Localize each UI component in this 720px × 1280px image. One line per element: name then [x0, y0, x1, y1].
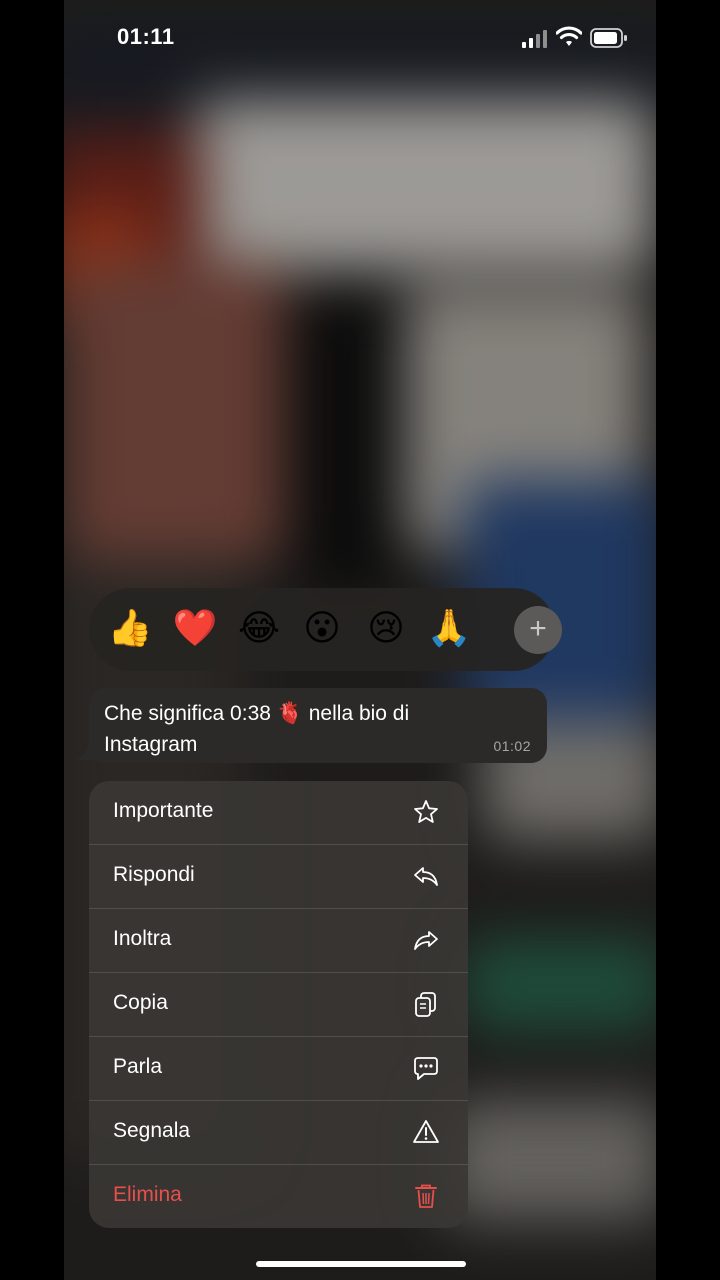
home-indicator[interactable]	[256, 1261, 466, 1267]
menu-item-label: Copia	[113, 991, 168, 1014]
context-menu: Importante Rispondi Inoltra Copia Parla …	[89, 781, 468, 1228]
reaction-heart[interactable]: ❤️	[172, 606, 218, 652]
reaction-thumbs-up[interactable]: 👍	[107, 606, 153, 652]
menu-item-label: Segnala	[113, 1119, 191, 1142]
menu-item-rispondi[interactable]: Rispondi	[89, 845, 468, 909]
reply-icon	[414, 867, 438, 886]
menu-item-importante[interactable]: Importante	[89, 781, 468, 845]
copy-icon	[415, 992, 436, 1017]
menu-item-segnala[interactable]: Segnala	[89, 1101, 468, 1165]
message-bubble[interactable]: Che significa 0:38 🫀 nella bio di Instag…	[89, 688, 547, 763]
signal-icon	[522, 30, 547, 48]
menu-item-label: Parla	[113, 1055, 163, 1078]
forward-icon	[414, 931, 438, 950]
warning-icon	[413, 1120, 439, 1143]
message-text: Che significa 0:38 🫀 nella bio di Instag…	[104, 702, 410, 756]
menu-item-elimina[interactable]: Elimina	[89, 1165, 468, 1228]
menu-item-label: Rispondi	[113, 863, 195, 886]
menu-item-parla[interactable]: Parla	[89, 1037, 468, 1101]
battery-icon	[590, 28, 627, 48]
reaction-bar: 👍 ❤️ 😂 😮 😢 🙏 +	[89, 588, 562, 671]
status-time: 01:11	[117, 24, 175, 49]
reaction-crying[interactable]: 😢	[363, 606, 409, 652]
reaction-tears-of-joy[interactable]: 😂	[236, 606, 282, 652]
speech-bubble-icon	[414, 1057, 438, 1080]
star-icon	[414, 800, 438, 823]
menu-item-label: Importante	[113, 799, 214, 822]
menu-item-inoltra[interactable]: Inoltra	[89, 909, 468, 973]
status-bar: 01:11	[64, 0, 656, 76]
menu-item-copia[interactable]: Copia	[89, 973, 468, 1037]
menu-item-label: Elimina	[113, 1183, 182, 1206]
message-timestamp: 01:02	[493, 738, 531, 754]
reaction-surprised[interactable]: 😮	[299, 606, 345, 652]
screen: 01:11 👍 ❤️ 😂 😮 😢 🙏 + Che significa 0:38 …	[64, 0, 656, 1280]
more-reactions-button[interactable]: +	[514, 606, 562, 654]
menu-item-label: Inoltra	[113, 927, 172, 950]
wifi-icon	[556, 26, 582, 46]
reaction-pray[interactable]: 🙏	[426, 606, 472, 652]
trash-icon	[415, 1184, 437, 1208]
